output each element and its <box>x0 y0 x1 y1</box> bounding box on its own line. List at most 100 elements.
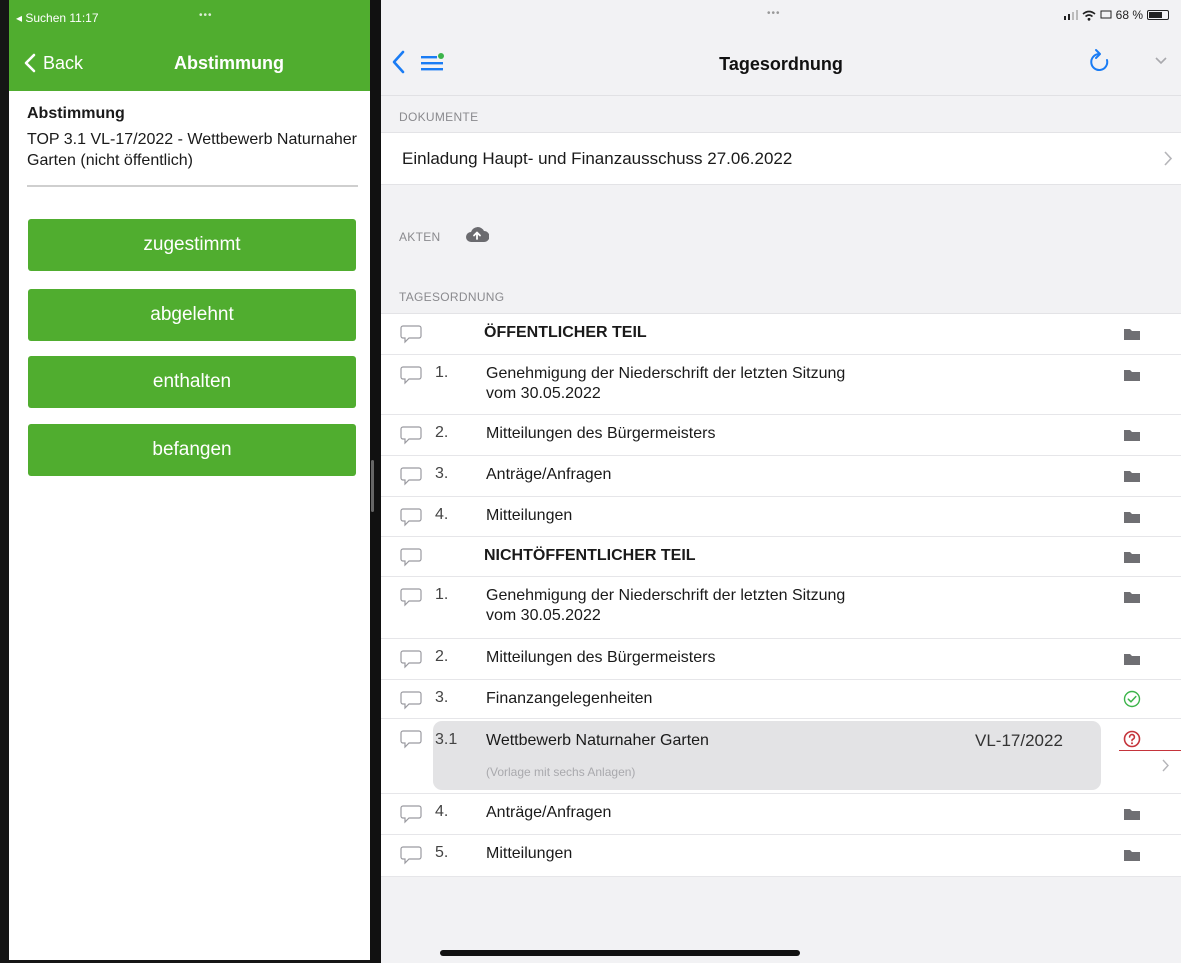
agenda-item-number: 1. <box>435 586 449 603</box>
agenda-item-nonpublic-5[interactable]: 5. Mitteilungen <box>381 835 1181 877</box>
agenda-item-number: 2. <box>435 648 449 665</box>
agenda-item-title: Mitteilungen <box>486 845 573 862</box>
voting-heading: Abstimmung <box>27 105 125 122</box>
agenda-item-title-line1: Genehmigung der Niederschrift der letzte… <box>486 365 846 382</box>
multitasking-dots[interactable]: ••• <box>199 10 213 21</box>
wifi-icon <box>1082 10 1096 21</box>
refresh-icon[interactable] <box>1087 48 1113 76</box>
page-title: Tagesordnung <box>719 54 843 74</box>
agenda-item-number: 3. <box>435 689 449 706</box>
agenda-item-nonpublic-1[interactable]: 1. Genehmigung der Niederschrift der let… <box>381 577 1181 639</box>
comment-icon[interactable] <box>400 587 422 607</box>
reject-button[interactable]: abgelehnt <box>28 289 356 341</box>
back-button[interactable]: Back <box>9 53 83 74</box>
folder-icon[interactable] <box>1123 469 1141 483</box>
screen-mirror-icon <box>1100 10 1112 19</box>
agenda-item-title: Genehmigung der Niederschrift der letzte… <box>486 364 845 404</box>
agenda-item-number: 5. <box>435 844 449 861</box>
question-circle-icon[interactable] <box>1123 730 1141 748</box>
status-bar: ◂ Suchen 11:17 ••• <box>9 0 370 36</box>
cloud-upload-icon[interactable] <box>465 224 489 244</box>
document-invitation[interactable]: Einladung Haupt- und Finanzausschuss 27.… <box>381 132 1181 185</box>
agenda-item-public-1[interactable]: 1. Genehmigung der Niederschrift der let… <box>381 355 1181 415</box>
folder-icon[interactable] <box>1123 327 1141 341</box>
folder-icon[interactable] <box>1123 652 1141 666</box>
agenda-pane: ••• 68 % Tagesordnung DOKUMENTE Einladun… <box>381 0 1181 963</box>
comment-icon[interactable] <box>400 547 422 567</box>
comment-icon[interactable] <box>400 466 422 486</box>
folder-icon[interactable] <box>1123 368 1141 382</box>
agenda-item-title-line1: Genehmigung der Niederschrift der letzte… <box>486 587 846 604</box>
divider <box>27 185 358 187</box>
folder-icon[interactable] <box>1123 807 1141 821</box>
agenda-item-number: 1. <box>435 364 449 381</box>
back-label: Back <box>43 52 84 73</box>
chevron-right-icon <box>1164 151 1173 166</box>
comment-icon[interactable] <box>400 729 422 749</box>
folder-icon[interactable] <box>1123 848 1141 862</box>
agenda-item-nonpublic-3-1[interactable]: 3.1 Wettbewerb Naturnaher Garten VL-17/2… <box>381 719 1181 794</box>
home-indicator[interactable] <box>440 950 800 956</box>
battery-percent: 68 % <box>1115 8 1143 22</box>
agenda-item-nonpublic-4[interactable]: 4. Anträge/Anfragen <box>381 794 1181 835</box>
agenda-section-public[interactable]: ÖFFENTLICHER TEIL <box>381 314 1181 355</box>
folder-icon[interactable] <box>1123 590 1141 604</box>
agenda-section-nonpublic[interactable]: NICHTÖFFENTLICHER TEIL <box>381 537 1181 577</box>
multitasking-dots-right[interactable]: ••• <box>767 8 781 19</box>
folder-icon[interactable] <box>1123 510 1141 524</box>
document-title: Einladung Haupt- und Finanzausschuss 27.… <box>402 148 793 168</box>
voting-nav-bar: Back Abstimmung <box>9 35 370 91</box>
voting-subject: TOP 3.1 VL-17/2022 - Wettbewerb Naturnah… <box>27 131 357 169</box>
agenda-item-title: Anträge/Anfragen <box>486 466 612 483</box>
agenda-item-public-2[interactable]: 2. Mitteilungen des Bürgermeisters <box>381 415 1181 456</box>
status-back-time[interactable]: ◂ Suchen 11:17 <box>16 11 99 25</box>
section-documents-header: DOKUMENTE <box>399 110 479 124</box>
agenda-item-title: Mitteilungen des Bürgermeisters <box>486 649 716 666</box>
approve-button[interactable]: zugestimmt <box>28 219 356 271</box>
agenda-item-nonpublic-2[interactable]: 2. Mitteilungen des Bürgermeisters <box>381 639 1181 680</box>
section-files-header: AKTEN <box>399 230 441 244</box>
agenda-item-title-line2: vom 30.05.2022 <box>486 607 601 624</box>
abstain-button[interactable]: enthalten <box>28 356 356 408</box>
agenda-item-public-4[interactable]: 4. Mitteilungen <box>381 497 1181 537</box>
comment-icon[interactable] <box>400 804 422 824</box>
agenda-item-public-3[interactable]: 3. Anträge/Anfragen <box>381 456 1181 497</box>
agenda-item-title: NICHTÖFFENTLICHER TEIL <box>484 547 696 564</box>
agenda-nav-bar: Tagesordnung <box>381 30 1181 96</box>
agenda-item-title: Finanzangelegenheiten <box>486 690 653 707</box>
folder-icon[interactable] <box>1123 428 1141 442</box>
voting-pane: ◂ Suchen 11:17 ••• Back Abstimmung Absti… <box>0 0 370 963</box>
section-agenda-header: TAGESORDNUNG <box>399 290 505 304</box>
agenda-item-title: ÖFFENTLICHER TEIL <box>484 324 647 341</box>
status-icons: 68 % <box>1063 8 1169 22</box>
chevron-down-icon[interactable] <box>1155 57 1167 65</box>
check-circle-icon[interactable] <box>1123 690 1141 708</box>
agenda-item-number: 4. <box>435 803 449 820</box>
agenda-item-title: Mitteilungen <box>486 507 573 524</box>
comment-icon[interactable] <box>400 425 422 445</box>
agenda-list: ÖFFENTLICHER TEIL 1. Genehmigung der Nie… <box>381 313 1181 877</box>
status-bar-right: ••• 68 % <box>381 0 1181 30</box>
voting-info: Abstimmung TOP 3.1 VL-17/2022 - Wettbewe… <box>9 91 370 171</box>
comment-icon[interactable] <box>400 690 422 710</box>
agenda-item-title: Mitteilungen des Bürgermeisters <box>486 425 716 442</box>
agenda-item-reference: VL-17/2022 <box>975 731 1063 750</box>
battery-icon <box>1147 10 1169 20</box>
voting-title: Abstimmung <box>174 52 284 73</box>
agenda-item-number: 4. <box>435 506 449 523</box>
agenda-item-number: 3. <box>435 465 449 482</box>
comment-icon[interactable] <box>400 845 422 865</box>
comment-icon[interactable] <box>400 324 422 344</box>
agenda-item-title: Wettbewerb Naturnaher Garten <box>486 732 709 749</box>
split-view-handle[interactable] <box>371 460 374 512</box>
agenda-item-subtitle: (Vorlage mit sechs Anlagen) <box>486 765 636 779</box>
folder-icon[interactable] <box>1123 550 1141 564</box>
status-indicator-line <box>1119 750 1181 751</box>
agenda-item-nonpublic-3[interactable]: 3. Finanzangelegenheiten <box>381 680 1181 719</box>
comment-icon[interactable] <box>400 365 422 385</box>
agenda-item-title-line2: vom 30.05.2022 <box>486 385 601 402</box>
biased-button[interactable]: befangen <box>28 424 356 476</box>
comment-icon[interactable] <box>400 649 422 669</box>
agenda-item-number: 3.1 <box>435 731 458 748</box>
comment-icon[interactable] <box>400 507 422 527</box>
